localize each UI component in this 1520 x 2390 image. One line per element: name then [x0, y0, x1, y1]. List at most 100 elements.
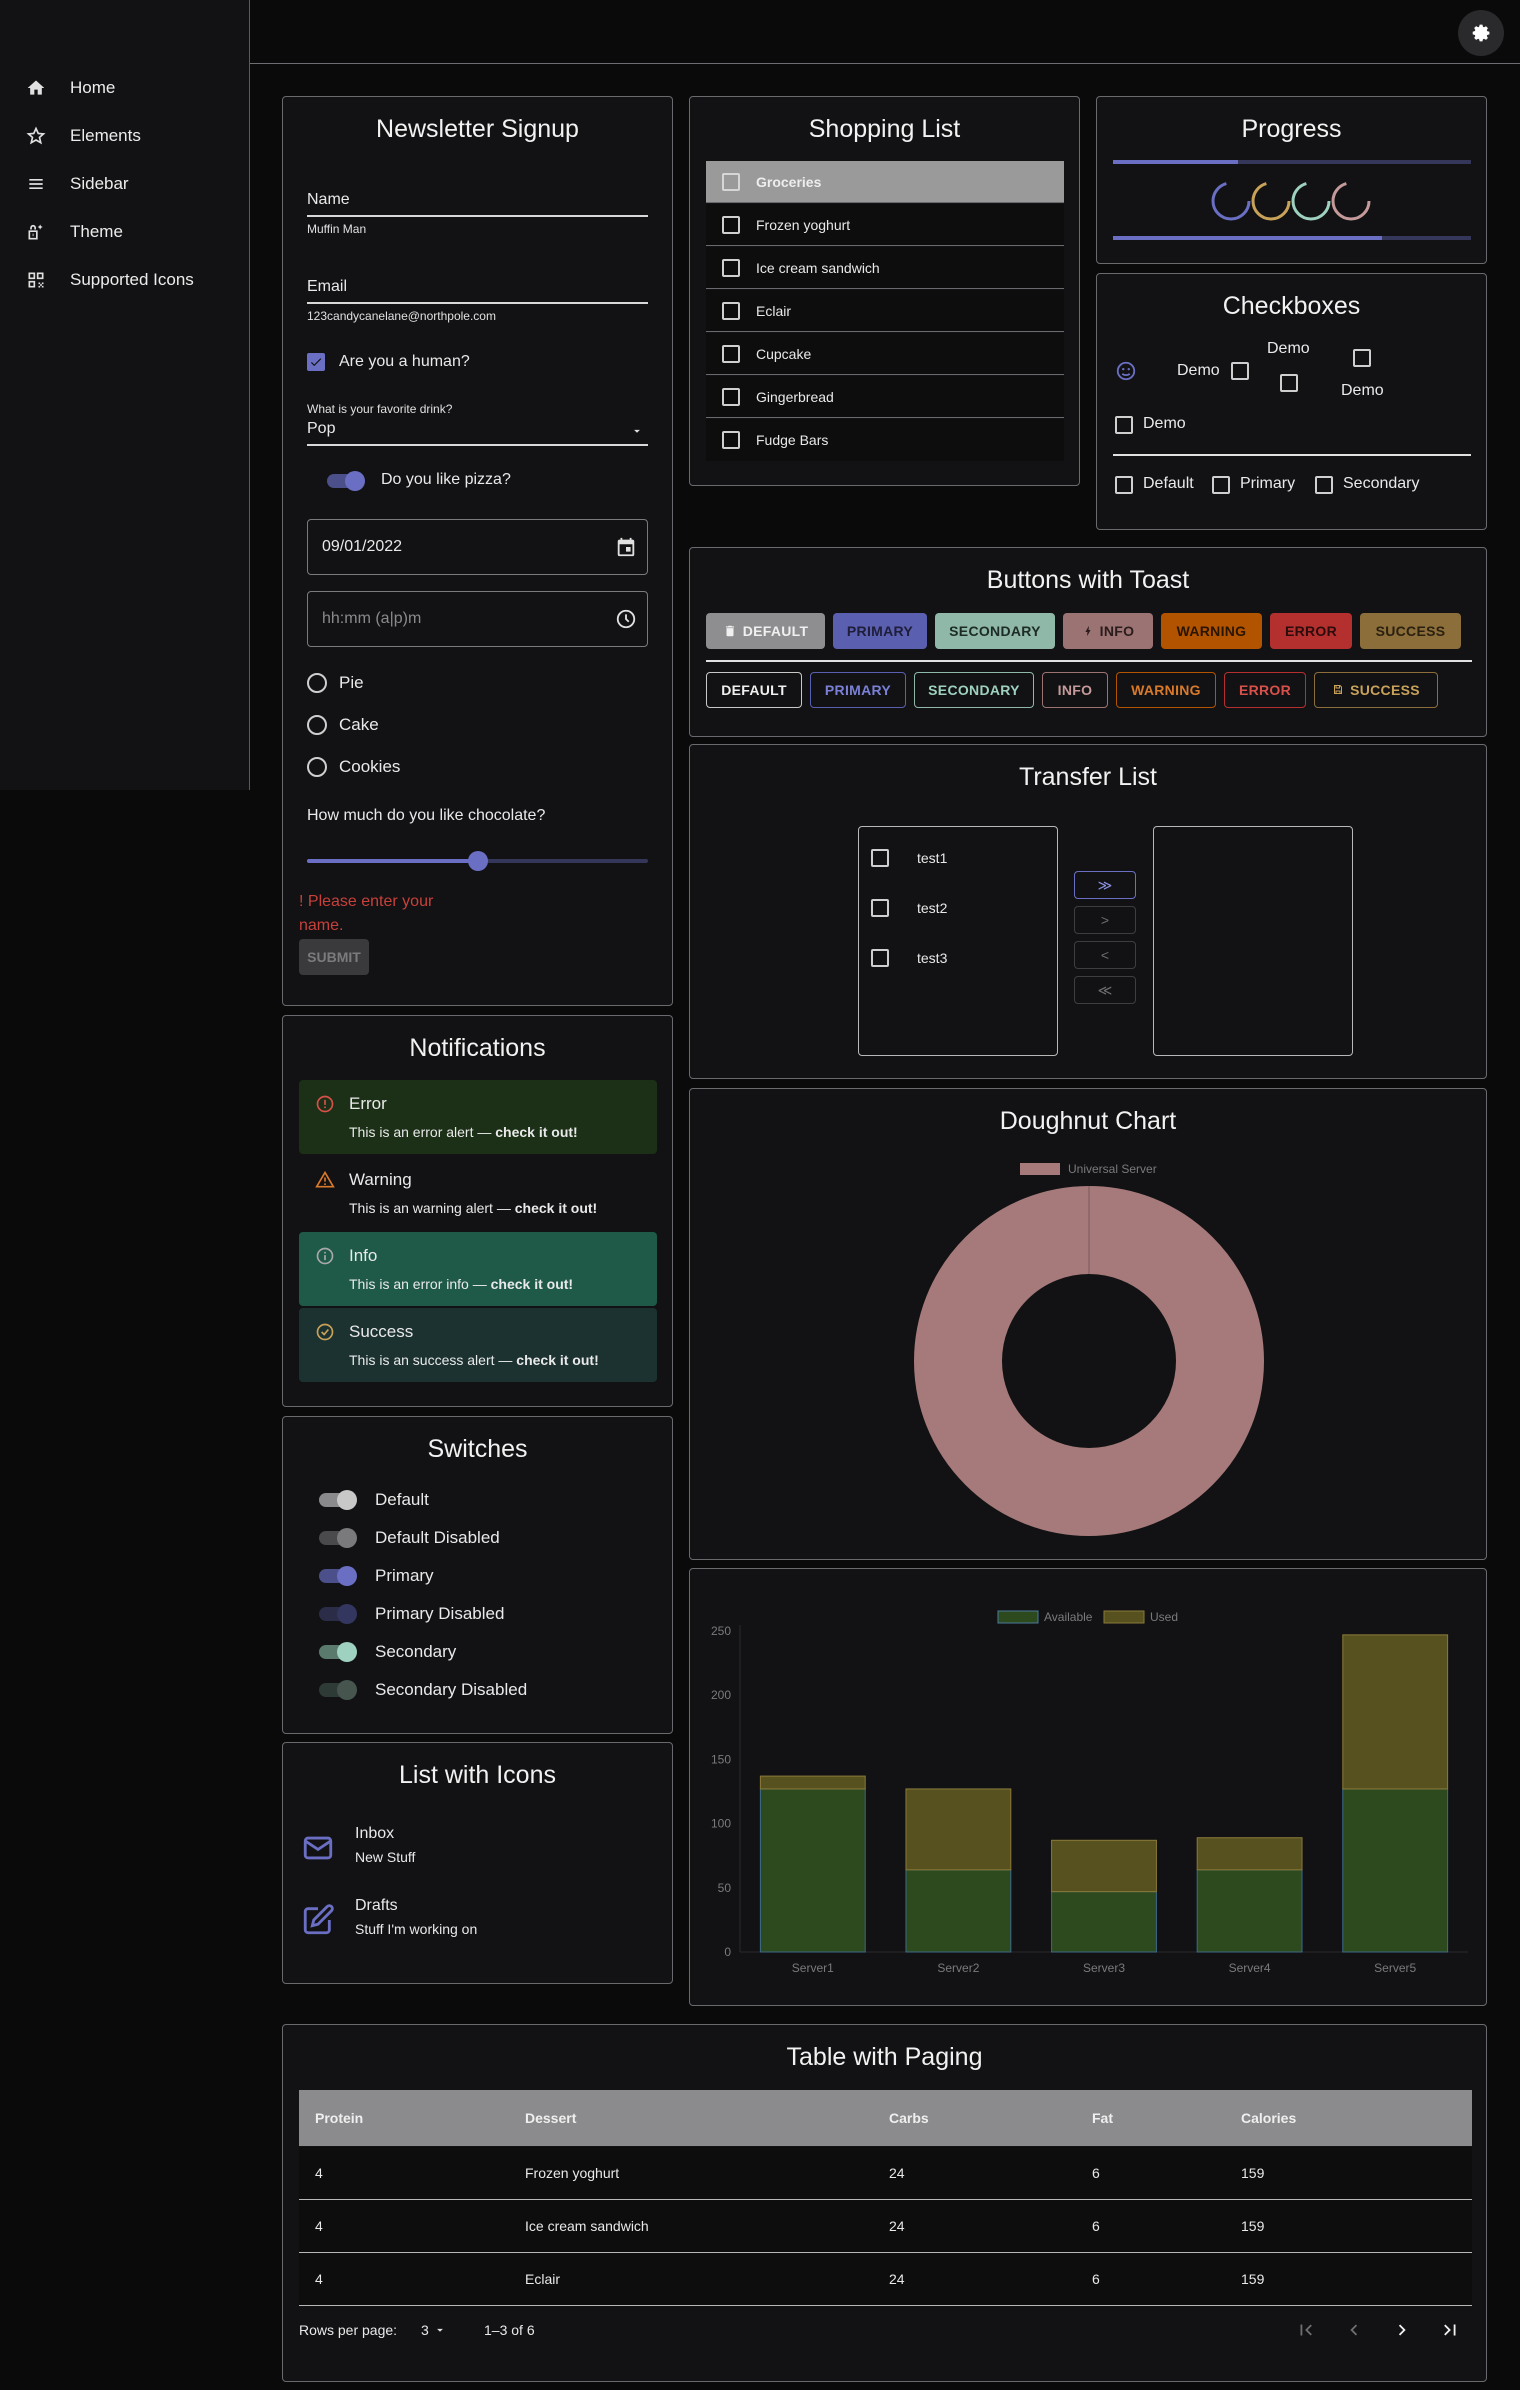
item-checkbox[interactable] [722, 215, 740, 234]
submit-button[interactable]: SUBMIT [299, 939, 369, 975]
item-checkbox[interactable] [871, 949, 889, 967]
table-row[interactable]: 4 Frozen yoghurt 24 6 159 [299, 2147, 1472, 2200]
primary-checkbox[interactable] [1212, 476, 1230, 494]
default-outlined-button[interactable]: DEFAULT [706, 672, 802, 708]
info-toast-button[interactable]: INFO [1063, 613, 1153, 649]
time-field[interactable]: hh:mm (a|p)m [307, 591, 648, 647]
move-all-left-button[interactable]: ≪ [1074, 976, 1136, 1004]
theme-settings-button[interactable] [1458, 10, 1504, 56]
item-checkbox[interactable] [722, 301, 740, 320]
demo-checkbox[interactable] [1353, 349, 1371, 367]
pizza-switch[interactable] [327, 471, 365, 491]
human-checkbox-row[interactable]: Are you a human? [307, 353, 470, 371]
email-field[interactable] [307, 302, 648, 304]
radio-button[interactable] [307, 673, 327, 693]
item-checkbox[interactable] [722, 431, 740, 449]
list-item[interactable]: Frozen yoghurt [706, 204, 1064, 246]
legend-swatch[interactable] [1020, 1163, 1060, 1175]
bar-segment[interactable] [1196, 1837, 1303, 1871]
secondary-checkbox[interactable] [1315, 476, 1333, 494]
default-toast-button[interactable]: DEFAULT [706, 613, 825, 649]
legend-swatch[interactable] [997, 1610, 1039, 1624]
demo-checkbox[interactable] [1280, 374, 1298, 392]
transfer-item[interactable]: test2 [871, 899, 947, 917]
sidebar-item-sidebar[interactable]: Sidebar [26, 160, 129, 208]
item-checkbox[interactable] [871, 849, 889, 867]
switch-secondary[interactable]: Secondary [319, 1637, 456, 1667]
warning-outlined-button[interactable]: WARNING [1116, 672, 1216, 708]
legend-swatch[interactable] [1103, 1610, 1145, 1624]
previous-page-icon[interactable] [1343, 2319, 1365, 2341]
next-page-icon[interactable] [1391, 2319, 1413, 2341]
bar-segment[interactable] [1051, 1839, 1157, 1893]
bar-segment[interactable] [1196, 1869, 1303, 1953]
success-toast-button[interactable]: SUCCESS [1360, 613, 1461, 649]
name-field[interactable] [307, 215, 648, 217]
table-row[interactable]: 4 Ice cream sandwich 24 6 159 [299, 2200, 1472, 2253]
list-item[interactable]: Gingerbread [706, 376, 1064, 418]
transfer-item[interactable]: test1 [871, 849, 947, 867]
radio-pie[interactable]: Pie [307, 673, 364, 693]
list-item[interactable]: Ice cream sandwich [706, 247, 1064, 289]
smiley-checkbox-icon[interactable] [1115, 360, 1137, 382]
column-header-protein[interactable]: Protein [315, 2090, 363, 2146]
demo-checkbox[interactable] [1231, 362, 1249, 380]
bar-segment[interactable] [1342, 1788, 1449, 1953]
list-item[interactable]: Cupcake [706, 333, 1064, 375]
item-checkbox[interactable] [722, 387, 740, 406]
default-checkbox[interactable] [1115, 476, 1133, 494]
chocolate-slider[interactable] [307, 851, 648, 871]
secondary-toast-button[interactable]: SECONDARY [935, 613, 1055, 649]
bar-segment[interactable] [759, 1788, 866, 1953]
date-field[interactable]: 09/01/2022 [307, 519, 648, 575]
bar-segment[interactable] [905, 1788, 1012, 1871]
sidebar-item-elements[interactable]: Elements [26, 112, 141, 160]
column-header-carbs[interactable]: Carbs [889, 2090, 929, 2146]
last-page-icon[interactable] [1439, 2319, 1461, 2341]
list-item[interactable]: Fudge Bars [706, 419, 1064, 461]
warning-toast-button[interactable]: WARNING [1161, 613, 1262, 649]
success-outlined-button[interactable]: SUCCESS [1314, 672, 1438, 708]
sidebar-item-home[interactable]: Home [26, 64, 115, 112]
list-item-drafts[interactable]: Drafts Stuff I'm working on [283, 1893, 672, 1953]
sidebar-item-supported-icons[interactable]: Supported Icons [26, 256, 194, 304]
bar-segment[interactable] [905, 1869, 1012, 1953]
shopping-header-row[interactable]: Groceries [706, 161, 1064, 203]
list-item-inbox[interactable]: Inbox New Stuff [283, 1821, 672, 1881]
column-header-fat[interactable]: Fat [1092, 2090, 1113, 2146]
list-item[interactable]: Eclair [706, 290, 1064, 332]
move-all-right-button[interactable]: ≫ [1074, 871, 1136, 899]
bar-segment[interactable] [1051, 1891, 1157, 1953]
move-left-button[interactable]: < [1074, 941, 1136, 969]
radio-button[interactable] [307, 757, 327, 777]
first-page-icon[interactable] [1295, 2319, 1317, 2341]
error-outlined-button[interactable]: ERROR [1224, 672, 1306, 708]
column-header-dessert[interactable]: Dessert [525, 2090, 576, 2146]
rows-per-page-select[interactable]: 3 [421, 2322, 447, 2338]
error-toast-button[interactable]: ERROR [1270, 613, 1352, 649]
info-outlined-button[interactable]: INFO [1042, 672, 1108, 708]
table-row[interactable]: 4 Eclair 24 6 159 [299, 2253, 1472, 2306]
calendar-icon[interactable] [615, 536, 637, 558]
primary-toast-button[interactable]: PRIMARY [833, 613, 927, 649]
bar-segment[interactable] [759, 1775, 866, 1790]
move-right-button[interactable]: > [1074, 906, 1136, 934]
sidebar-item-theme[interactable]: Theme [26, 208, 123, 256]
switch-default[interactable]: Default [319, 1485, 429, 1515]
secondary-outlined-button[interactable]: SECONDARY [914, 672, 1034, 708]
item-checkbox[interactable] [722, 258, 740, 277]
radio-cookies[interactable]: Cookies [307, 757, 400, 777]
primary-outlined-button[interactable]: PRIMARY [810, 672, 906, 708]
column-header-calories[interactable]: Calories [1241, 2090, 1296, 2146]
switch-primary[interactable]: Primary [319, 1561, 434, 1591]
transfer-item[interactable]: test3 [871, 949, 947, 967]
item-checkbox[interactable] [871, 899, 889, 917]
slider-thumb[interactable] [467, 851, 488, 871]
radio-cake[interactable]: Cake [307, 715, 379, 735]
drink-select[interactable]: Pop [307, 420, 648, 446]
select-all-checkbox[interactable] [722, 172, 740, 191]
item-checkbox[interactable] [722, 344, 740, 363]
bar-segment[interactable] [1342, 1634, 1449, 1790]
radio-button[interactable] [307, 715, 327, 735]
clock-icon[interactable] [615, 608, 637, 630]
